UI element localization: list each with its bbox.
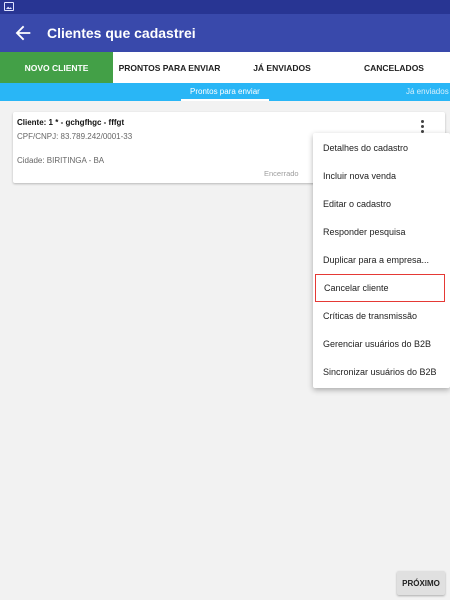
- page-title: Clientes que cadastrei: [47, 25, 196, 41]
- client-status: Encerrado: [264, 169, 299, 178]
- tab-novo-cliente[interactable]: NOVO CLIENTE: [0, 52, 113, 83]
- more-vert-icon[interactable]: [419, 120, 427, 134]
- client-cpf-cnpj: CPF/CNPJ: 83.789.242/0001-33: [17, 132, 133, 141]
- subtab-prontos-para-enviar[interactable]: Prontos para enviar: [190, 87, 260, 96]
- menu-item-editar-o-cadastro[interactable]: Editar o cadastro: [313, 190, 450, 218]
- menu-item-criticas-de-transmissao[interactable]: Críticas de transmissão: [313, 302, 450, 330]
- back-arrow-icon[interactable]: [12, 22, 34, 44]
- subtab-indicator: [181, 99, 269, 101]
- tab-prontos-para-enviar[interactable]: PRONTOS PARA ENVIAR: [113, 52, 226, 83]
- menu-item-detalhes-do-cadastro[interactable]: Detalhes do cadastro: [313, 134, 450, 162]
- menu-item-responder-pesquisa[interactable]: Responder pesquisa: [313, 218, 450, 246]
- menu-item-sincronizar-usuarios-b2b[interactable]: Sincronizar usuários do B2B: [313, 358, 450, 386]
- tab-cancelados[interactable]: CANCELADOS: [338, 52, 450, 83]
- client-title: Cliente: 1 * - gchgfhgc - fffgt: [17, 118, 125, 127]
- menu-item-cancelar-cliente[interactable]: Cancelar cliente: [315, 274, 445, 302]
- status-bar: [0, 0, 450, 14]
- app-bar: Clientes que cadastrei: [0, 14, 450, 52]
- menu-item-gerenciar-usuarios-b2b[interactable]: Gerenciar usuários do B2B: [313, 330, 450, 358]
- subtab-ja-enviados[interactable]: Já enviados: [406, 87, 449, 96]
- context-menu: Detalhes do cadastro Incluir nova venda …: [313, 133, 450, 388]
- client-city: Cidade: BIRITINGA - BA: [17, 156, 105, 165]
- image-notification-icon: [4, 2, 14, 11]
- menu-item-incluir-nova-venda[interactable]: Incluir nova venda: [313, 162, 450, 190]
- main-tabs: NOVO CLIENTE PRONTOS PARA ENVIAR JÁ ENVI…: [0, 52, 450, 83]
- next-button[interactable]: PRÓXIMO: [397, 571, 445, 595]
- menu-item-duplicar-para-a-empresa[interactable]: Duplicar para a empresa...: [313, 246, 450, 274]
- sub-tabs: Prontos para enviar Já enviados: [0, 83, 450, 101]
- tab-ja-enviados[interactable]: JÁ ENVIADOS: [226, 52, 338, 83]
